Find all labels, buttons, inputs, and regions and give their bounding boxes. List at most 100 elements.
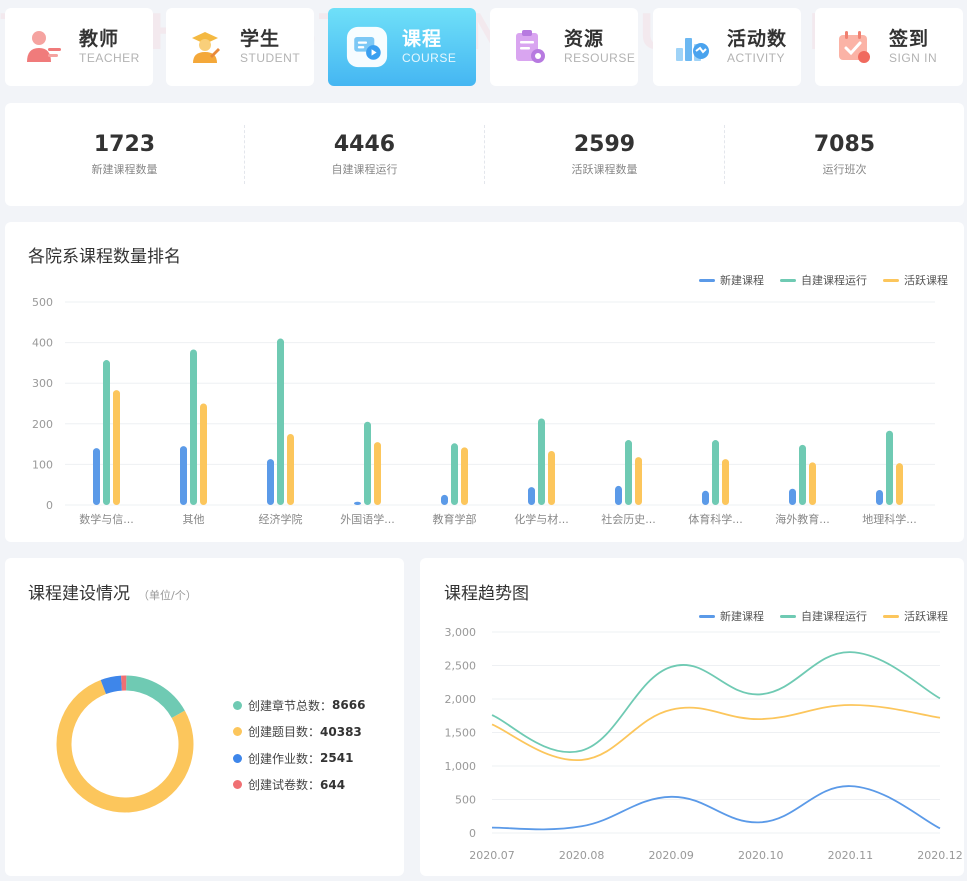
- stats-bar: 1723 新建课程数量 4446 自建课程运行 2599 活跃课程数量 7085…: [5, 103, 964, 206]
- x-tick-label: 数学与信...: [79, 512, 134, 526]
- bar: [702, 490, 709, 505]
- bar: [451, 443, 458, 505]
- nav-label-en: RESOURSE: [564, 51, 636, 65]
- donut-legend-item: 创建作业数： 2541: [233, 745, 365, 772]
- legend-dot: [233, 753, 242, 763]
- legend-label: 创建题目数：: [248, 725, 321, 740]
- stat-label: 自建课程运行: [331, 163, 398, 176]
- legend-value: 40383: [320, 724, 362, 739]
- bar: [93, 448, 100, 505]
- x-tick-label: 外国语学...: [340, 512, 395, 526]
- donut-legend-item: 创建试卷数： 644: [233, 772, 365, 799]
- bar: [190, 349, 197, 505]
- x-tick-label: 2020.10: [738, 849, 784, 862]
- x-tick-label: 2020.08: [559, 849, 605, 862]
- nav-label-cn: 活动数: [727, 28, 788, 50]
- bar: [354, 501, 361, 505]
- series-line: [491, 651, 941, 753]
- nav-label-cn: 教师: [79, 28, 120, 50]
- legend-dot: [233, 780, 242, 790]
- x-tick-label: 2020.11: [828, 849, 874, 862]
- nav-item-teacher[interactable]: 教师 TEACHER: [5, 8, 153, 86]
- bar: [180, 446, 187, 505]
- bar: [722, 459, 729, 505]
- bar: [809, 462, 816, 505]
- x-tick-label: 2020.07: [469, 849, 515, 862]
- stat-value: 7085: [813, 132, 876, 157]
- donut-slice: [125, 675, 185, 719]
- x-tick-label: 社会历史...: [601, 512, 656, 526]
- legend-value: 644: [320, 777, 346, 792]
- donut-legend-item: 创建题目数： 40383: [233, 719, 365, 746]
- panel-title-text: 课程建设情况: [28, 584, 130, 604]
- series-line: [491, 785, 941, 831]
- y-tick-label: 300: [32, 377, 53, 390]
- donut-legend-item: 创建章节总数： 8666: [233, 692, 365, 719]
- bar: [441, 494, 448, 505]
- donut-slice: [100, 675, 123, 695]
- trend-line-chart: 0 500 1,000 1,500 2,000 2,500 3,000 2020.07 2020…: [445, 626, 963, 862]
- nav-label-cn: 课程: [402, 28, 443, 50]
- legend-value: 2541: [320, 751, 354, 766]
- nav-label-en: COURSE: [402, 51, 457, 65]
- legend-dot: [233, 727, 242, 737]
- course-build-donut: [56, 675, 194, 813]
- stat-value: 2599: [573, 132, 636, 157]
- nav-item-student[interactable]: 学生 STUDENT: [166, 8, 314, 86]
- bar: [267, 459, 274, 505]
- bar: [528, 487, 535, 505]
- nav-item-activity[interactable]: 活动数 ACTIVITY: [653, 8, 801, 86]
- dept-ranking-panel: 各院系课程数量排名 新建课程 自建课程运行 活跃课程 0 100 200 300 400…: [5, 222, 964, 542]
- bar: [113, 390, 120, 505]
- bar: [461, 447, 468, 505]
- student-icon: [184, 26, 226, 68]
- nav-item-resource[interactable]: 资源 RESOURSE: [490, 8, 638, 86]
- bar: [789, 488, 796, 505]
- y-tick-label: 500: [32, 296, 53, 309]
- bar: [548, 451, 555, 505]
- dept-bar-chart: 0 100 200 300 400 500 数学与信... 其他 经济学院 外国语学... 教育学部…: [32, 296, 935, 526]
- legend-label: 创建章节总数：: [248, 698, 333, 713]
- bar: [615, 485, 622, 505]
- bar: [712, 440, 719, 505]
- legend-label: 创建试卷数：: [248, 778, 321, 793]
- x-tick-label: 其他: [183, 513, 205, 526]
- donut-legend: 创建章节总数： 8666 创建题目数： 40383 创建作业数： 2541 创建试卷数…: [233, 692, 365, 798]
- resource-icon: [508, 26, 550, 68]
- y-tick-label: 3,000: [445, 626, 477, 639]
- nav-item-course[interactable]: 课程 COURSE: [328, 8, 476, 86]
- x-tick-label: 2020.12: [917, 849, 963, 862]
- nav-label-en: ACTIVITY: [727, 51, 786, 65]
- y-tick-label: 2,500: [445, 660, 477, 673]
- teacher-icon: [23, 26, 65, 68]
- top-nav: TEACHER STUDENT COURSE RESOURSE ACTIVITY…: [0, 0, 967, 95]
- nav-label-en: SIGN IN: [889, 51, 938, 65]
- nav-item-sign-in[interactable]: 签到 SIGN IN: [815, 8, 963, 86]
- bar: [364, 421, 371, 505]
- y-tick-label: 100: [32, 458, 53, 471]
- nav-label-en: TEACHER: [79, 51, 140, 65]
- bar: [625, 440, 632, 505]
- y-tick-label: 1,500: [445, 727, 477, 740]
- legend-dot: [233, 700, 242, 710]
- y-tick-label: 200: [32, 418, 53, 431]
- nav-label-en: STUDENT: [240, 51, 301, 65]
- x-tick-label: 2020.09: [648, 849, 694, 862]
- nav-label-cn: 学生: [240, 28, 281, 50]
- y-tick-label: 500: [455, 794, 476, 807]
- stat-active-courses: 2599 活跃课程数量: [485, 125, 725, 184]
- sign-in-icon: [833, 26, 875, 68]
- panel-title: 课程建设情况 （单位/个）: [28, 579, 197, 604]
- course-icon: [346, 26, 388, 68]
- x-tick-label: 化学与材...: [514, 512, 569, 526]
- x-tick-label: 海外教育...: [775, 512, 830, 526]
- y-tick-label: 400: [32, 337, 53, 350]
- bar: [896, 463, 903, 505]
- stat-self-built-running: 4446 自建课程运行: [245, 125, 485, 184]
- bar: [287, 433, 294, 505]
- activity-icon: [671, 26, 713, 68]
- stat-new-courses: 1723 新建课程数量: [5, 125, 245, 184]
- bar: [876, 489, 883, 505]
- stat-running-classes: 7085 运行班次: [725, 125, 964, 184]
- stat-label: 活跃课程数量: [571, 163, 638, 176]
